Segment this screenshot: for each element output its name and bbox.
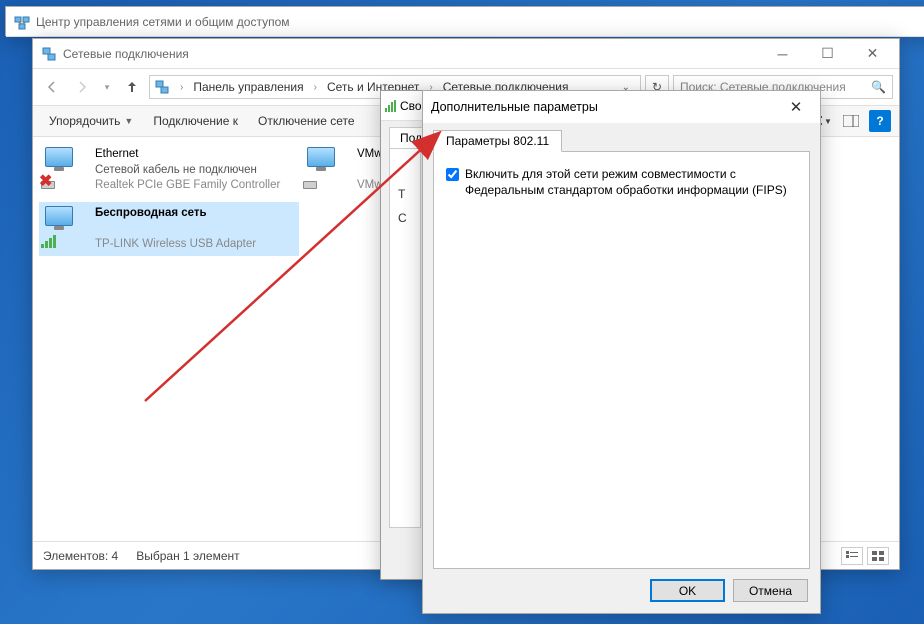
window-title: Центр управления сетями и общим доступом — [36, 15, 924, 29]
maximize-button[interactable]: ☐ — [805, 40, 850, 68]
connect-button[interactable]: Подключение к — [145, 110, 246, 132]
connection-device: TP-LINK Wireless USB Adapter — [95, 237, 256, 253]
ok-button[interactable]: OK — [650, 579, 725, 602]
titlebar: Центр управления сетями и общим доступом… — [6, 7, 924, 37]
wireless-icon — [45, 206, 87, 246]
recent-dropdown[interactable]: ▾ — [99, 74, 115, 100]
chevron-right-icon: › — [176, 82, 187, 93]
network-center-icon — [14, 14, 30, 30]
titlebar: Дополнительные параметры ✕ — [423, 91, 820, 123]
chevron-down-icon: ▼ — [124, 116, 133, 126]
network-center-window: Центр управления сетями и общим доступом… — [5, 6, 924, 36]
breadcrumb-control-panel[interactable]: Панель управления — [189, 78, 307, 96]
minimize-button[interactable]: ─ — [760, 40, 805, 68]
connection-name: Ethernet — [95, 147, 280, 163]
forward-button[interactable] — [69, 74, 95, 100]
dialog-title: Дополнительные параметры — [431, 100, 776, 114]
advanced-params-dialog: Дополнительные параметры ✕ Параметры 802… — [422, 90, 821, 614]
back-button[interactable] — [39, 74, 65, 100]
icons-view-button[interactable] — [867, 547, 889, 565]
tab-80211[interactable]: Параметры 802.11 — [433, 130, 562, 152]
fips-checkbox[interactable] — [446, 168, 459, 181]
network-connections-icon — [41, 46, 57, 62]
ethernet-icon: ✖ — [45, 147, 87, 187]
connection-item-ethernet[interactable]: ✖ Ethernet Сетевой кабель не подключен R… — [39, 143, 299, 198]
prop-line: С — [398, 211, 412, 225]
connection-status — [357, 163, 381, 179]
titlebar: Сетевые подключения ─ ☐ ✕ — [33, 39, 899, 69]
connection-item-vmware[interactable]: VMw VMw — [301, 143, 381, 198]
close-button[interactable]: ✕ — [850, 40, 895, 68]
connection-item-wireless[interactable]: Беспроводная сеть TP-LINK Wireless USB A… — [39, 202, 299, 257]
tab-body: Включить для этой сети режим совместимос… — [433, 151, 810, 569]
wireless-signal-icon — [385, 100, 396, 112]
control-panel-icon — [154, 79, 170, 95]
help-button[interactable]: ? — [869, 110, 891, 132]
connection-device: VMw — [357, 178, 381, 194]
connection-name: Беспроводная сеть — [95, 206, 256, 222]
cancel-button[interactable]: Отмена — [733, 579, 808, 602]
connection-status: Сетевой кабель не подключен — [95, 163, 280, 179]
disconnect-button[interactable]: Отключение сете — [250, 110, 363, 132]
fips-checkbox-label[interactable]: Включить для этой сети режим совместимос… — [465, 166, 797, 198]
preview-pane-button[interactable] — [837, 109, 865, 133]
properties-body: Т С — [389, 148, 421, 528]
window-title: Сетевые подключения — [63, 47, 760, 61]
connection-name: VMw — [357, 147, 381, 163]
details-view-button[interactable] — [841, 547, 863, 565]
connection-status — [95, 221, 256, 237]
organize-button[interactable]: Упорядочить ▼ — [41, 110, 141, 132]
prop-line: Т — [398, 187, 412, 201]
connection-device: Realtek PCIe GBE Family Controller — [95, 178, 280, 194]
status-selected: Выбран 1 элемент — [136, 549, 239, 563]
chevron-right-icon: › — [310, 82, 321, 93]
up-button[interactable] — [119, 74, 145, 100]
status-count: Элементов: 4 — [43, 549, 118, 563]
close-button[interactable]: ✕ — [776, 98, 816, 116]
search-icon: 🔍 — [871, 80, 886, 94]
vmware-icon — [307, 147, 349, 187]
